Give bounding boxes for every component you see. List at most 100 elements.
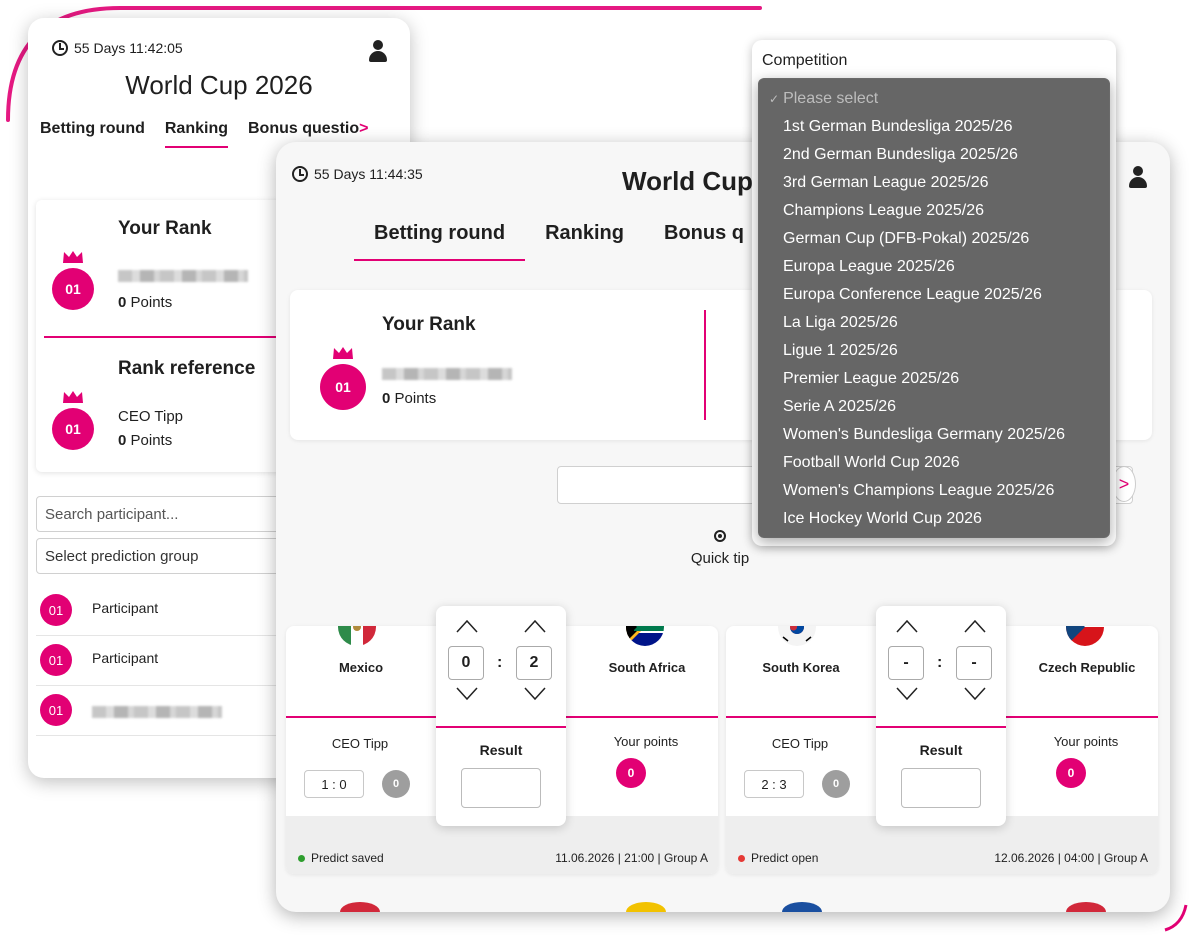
page-title: World Cup	[622, 166, 753, 196]
participant-rank-badge: 01	[40, 694, 72, 726]
home-decrement-chevron-down-icon[interactable]	[454, 684, 480, 704]
countdown: 55 Days 11:42:05	[52, 40, 183, 56]
blurred-username	[382, 368, 512, 380]
dropdown-option-placeholder[interactable]: ✓ Please select	[759, 85, 1109, 113]
quick-tip-label: Quick tip	[690, 550, 750, 567]
participant-rank-badge: 01	[40, 644, 72, 676]
crown-icon	[62, 250, 84, 264]
result-field	[461, 768, 541, 808]
dropdown-option[interactable]: Ligue 1 2025/26	[759, 337, 1109, 365]
away-team-name: Czech Republic	[1038, 660, 1136, 675]
dropdown-option[interactable]: Women's Champions League 2025/26	[759, 477, 1109, 505]
countdown: 55 Days 11:44:35	[292, 166, 423, 182]
home-increment-chevron-up-icon[interactable]	[894, 616, 920, 636]
score-separator: :	[937, 654, 943, 671]
dropdown-option[interactable]: Football World Cup 2026	[759, 449, 1109, 477]
participant-name: Participant	[92, 650, 159, 666]
tab-ranking[interactable]: Ranking	[164, 120, 228, 148]
tab-betting-round[interactable]: Betting round	[354, 222, 526, 261]
result-label: Result	[479, 742, 523, 758]
away-score-input[interactable]: 2	[516, 646, 552, 680]
score-tip-widget: 0 : 2 Result	[436, 606, 566, 826]
your-rank-title: Your Rank	[118, 218, 212, 239]
countdown-text: 55 Days 11:42:05	[74, 40, 183, 56]
divider	[876, 726, 1006, 728]
clock-icon	[52, 40, 68, 56]
dropdown-option[interactable]: 3rd German League 2025/26	[759, 169, 1109, 197]
home-score-input[interactable]: -	[888, 646, 924, 680]
tab-ranking[interactable]: Ranking	[525, 222, 644, 261]
flag-icon	[1066, 902, 1106, 912]
score-separator: :	[497, 654, 503, 671]
participant-name: Participant	[92, 600, 159, 616]
prediction-status: Predict open	[738, 851, 818, 865]
your-points: 0 Points	[382, 390, 437, 407]
ceo-tipp-label: CEO Tipp	[331, 736, 389, 751]
competition-label: Competition	[762, 52, 848, 69]
dropdown-option[interactable]: Europa League 2025/26	[759, 253, 1109, 281]
dropdown-option[interactable]: 2nd German Bundesliga 2025/26	[759, 141, 1109, 169]
away-increment-chevron-up-icon[interactable]	[962, 616, 988, 636]
prediction-status: Predict saved	[298, 851, 384, 865]
ceo-tipp-score: 1 : 0	[304, 770, 364, 798]
home-team-name: South Korea	[762, 660, 840, 675]
dropdown-option[interactable]: Europa Conference League 2025/26	[759, 281, 1109, 309]
tab-betting-round[interactable]: Betting round	[40, 120, 145, 148]
home-increment-chevron-up-icon[interactable]	[454, 616, 480, 636]
clock-icon	[292, 166, 308, 182]
user-icon[interactable]	[368, 40, 388, 62]
rank-badge: 01	[52, 268, 94, 310]
tab-bonus-questions[interactable]: Bonus q	[644, 222, 764, 261]
ceo-tipp-score: 2 : 3	[744, 770, 804, 798]
reference-rank-badge: 01	[52, 408, 94, 450]
competition-dropdown-list[interactable]: ✓ Please select 1st German Bundesliga 202…	[758, 78, 1110, 538]
blurred-username	[118, 270, 248, 282]
south-korea-flag-icon	[778, 626, 816, 646]
ceo-tipp-label: CEO Tipp	[771, 736, 829, 751]
away-team-name: South Africa	[608, 660, 686, 675]
home-score-input[interactable]: 0	[448, 646, 484, 680]
away-decrement-chevron-down-icon[interactable]	[962, 684, 988, 704]
participant-rank-badge: 01	[40, 594, 72, 626]
south-africa-flag-icon	[626, 626, 664, 646]
crown-icon	[332, 346, 354, 360]
your-points-badge: 0	[1056, 758, 1086, 788]
dropdown-option[interactable]: Premier League 2025/26	[759, 365, 1109, 393]
dropdown-option[interactable]: Ice Hockey World Cup 2026	[759, 505, 1109, 533]
your-rank-title: Your Rank	[382, 314, 476, 335]
ceo-points-badge: 0	[382, 770, 410, 798]
status-dot-icon	[298, 854, 305, 862]
chevron-right-icon[interactable]: >	[359, 120, 368, 137]
dropdown-option[interactable]: 1st German Bundesliga 2025/26	[759, 113, 1109, 141]
away-score-input[interactable]: -	[956, 646, 992, 680]
reference-points: 0 Points	[118, 432, 173, 449]
match-meta: 12.06.2026 | 04:00 | Group A	[994, 851, 1148, 865]
match-meta: 11.06.2026 | 21:00 | Group A	[555, 851, 708, 865]
dropdown-option[interactable]: Serie A 2025/26	[759, 393, 1109, 421]
target-icon	[714, 530, 726, 542]
flag-icon	[782, 902, 822, 912]
rank-reference-title: Rank reference	[118, 358, 256, 379]
blurred-username	[92, 706, 222, 718]
dropdown-option[interactable]: La Liga 2025/26	[759, 309, 1109, 337]
your-points-label: Your points	[1053, 734, 1119, 749]
your-points-badge: 0	[616, 758, 646, 788]
reference-name: CEO Tipp	[118, 408, 184, 425]
crown-icon	[62, 390, 84, 404]
czech-republic-flag-icon	[1066, 626, 1104, 646]
user-icon[interactable]	[1128, 166, 1148, 188]
divider	[704, 310, 706, 420]
tab-bar: Betting round Ranking Bonus q	[354, 222, 764, 261]
dropdown-option[interactable]: German Cup (DFB-Pokal) 2025/26	[759, 225, 1109, 253]
away-increment-chevron-up-icon[interactable]	[522, 616, 548, 636]
flag-icon	[340, 902, 380, 912]
dropdown-option[interactable]: Champions League 2025/26	[759, 197, 1109, 225]
page-title: World Cup 2026	[125, 70, 313, 100]
flag-icon	[626, 902, 666, 912]
score-tip-widget: - : - Result	[876, 606, 1006, 826]
home-decrement-chevron-down-icon[interactable]	[894, 684, 920, 704]
home-team-name: Mexico	[338, 660, 384, 675]
dropdown-option[interactable]: Women's Bundesliga Germany 2025/26	[759, 421, 1109, 449]
away-decrement-chevron-down-icon[interactable]	[522, 684, 548, 704]
competition-panel: Competition ✓ Please select 1st German Bu…	[752, 40, 1116, 546]
